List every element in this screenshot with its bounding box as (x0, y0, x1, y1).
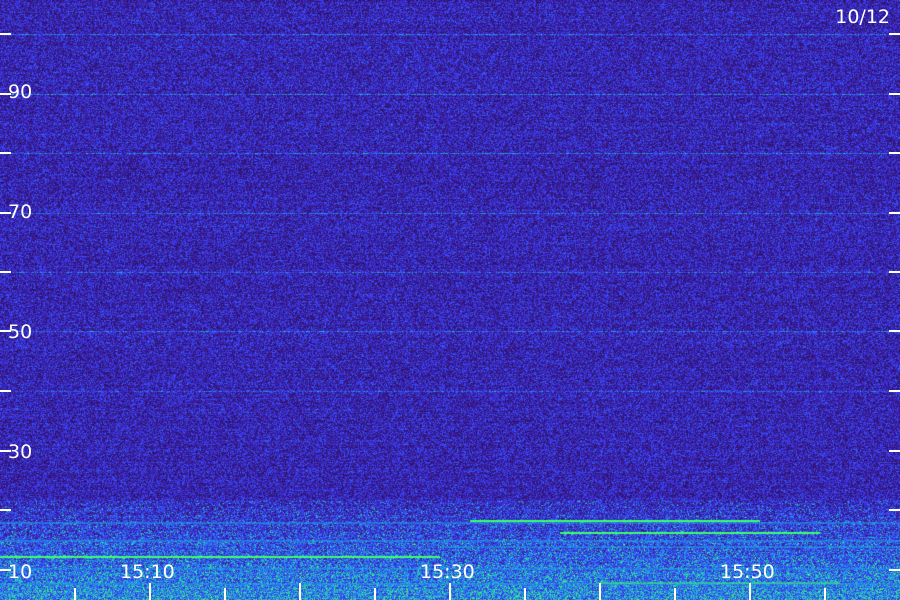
x-axis-ticks (74, 583, 826, 600)
spectrogram-axes: 10 30 50 70 90 15:10 15:30 15:50 10/12 (0, 6, 900, 600)
y-tick-label-30: 30 (8, 441, 32, 463)
y-tick-label-70: 70 (8, 201, 32, 223)
y-tick-label-10: 10 (8, 561, 32, 583)
x-tick-label-1550: 15:50 (720, 561, 775, 583)
x-tick-label-1510: 15:10 (120, 561, 175, 583)
x-tick-label-1530: 15:30 (420, 561, 475, 583)
date-label: 10/12 (835, 6, 890, 28)
y-axis-right-ticks (889, 33, 900, 571)
y-axis-left-ticks (0, 33, 11, 571)
y-tick-label-50: 50 (8, 321, 32, 343)
y-tick-label-90: 90 (8, 81, 32, 103)
